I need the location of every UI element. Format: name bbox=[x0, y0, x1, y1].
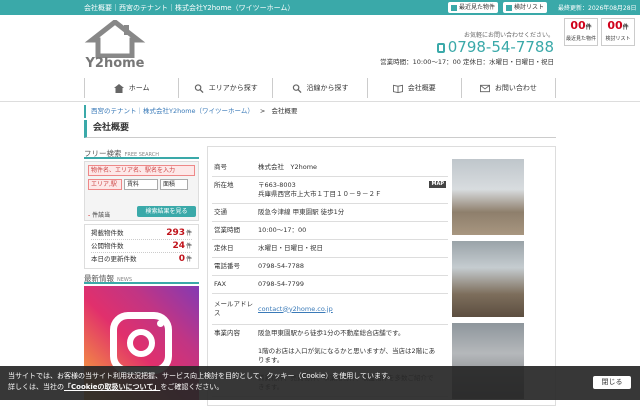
phone-icon bbox=[436, 42, 445, 53]
cookie-policy-link[interactable]: 「Cookieの取扱いについて」 bbox=[64, 383, 160, 391]
table-row: 所在地 MAP 〒663-8003 兵庫県西宮市上大市１丁目１０－９－２Ｆ bbox=[212, 176, 448, 204]
table-row: 営業時間 10:00〜17：00 bbox=[212, 221, 448, 240]
match-count: - 件該当 bbox=[88, 212, 111, 219]
nav-line-search[interactable]: 沿線から探す bbox=[273, 78, 368, 98]
nav-home[interactable]: ホーム bbox=[85, 78, 180, 98]
table-row: 交通 阪急今津線 甲東園駅 徒歩1分 bbox=[212, 203, 448, 222]
top-bar: 会社概要｜西宮のテナント｜株式会社Y2home（ワイツーホーム） 最近見た物件 … bbox=[0, 0, 640, 15]
breadcrumb: 西宮のテナント｜株式会社Y2home（ワイツーホーム） > 会社概要 bbox=[84, 105, 556, 118]
search-icon bbox=[292, 83, 302, 93]
stat-public: 公開物件数 24件 bbox=[91, 241, 192, 253]
sidebar: フリー検索 FREE SEARCH 物件名、エリア名、駅名を入力 エリア,駅 賃料… bbox=[84, 148, 199, 400]
list-icon bbox=[506, 4, 512, 11]
keyword-input[interactable]: 物件名、エリア名、駅名を入力 bbox=[88, 165, 195, 176]
header-contact: お気軽にお問い合わせください。 0798-54-7788 営業時間：10:00〜… bbox=[380, 32, 554, 66]
site-logo[interactable]: Y2home bbox=[84, 18, 146, 74]
page-title: 会社概要 bbox=[84, 120, 556, 138]
recent-items-button[interactable]: 最近見た物件 bbox=[448, 2, 499, 13]
consider-list-button[interactable]: 検討リスト bbox=[503, 2, 548, 13]
size-select[interactable]: 面積 bbox=[160, 179, 188, 190]
cookie-close-button[interactable]: 閉じる bbox=[593, 376, 631, 389]
stat-updated-today: 本日の更新件数 0件 bbox=[91, 254, 192, 264]
free-search-heading: フリー検索 FREE SEARCH bbox=[84, 148, 199, 159]
table-row: FAX 0798-54-7799 bbox=[212, 275, 448, 294]
nav-contact[interactable]: お問い合わせ bbox=[462, 78, 557, 98]
consider-counter[interactable]: 00件 検討リスト bbox=[601, 18, 635, 46]
news-heading: 最新情報 NEWS bbox=[84, 273, 199, 284]
global-nav: ホーム エリアから探す 沿線から探す 会社概要 お問い合わせ bbox=[84, 78, 557, 98]
house-logo-icon bbox=[84, 18, 146, 59]
eye-icon bbox=[451, 4, 457, 11]
home-icon bbox=[113, 83, 124, 93]
office-photo-2 bbox=[452, 241, 524, 317]
table-row: メールアドレス contact@y2home.co.jp bbox=[212, 293, 448, 325]
map-button[interactable]: MAP bbox=[429, 181, 446, 188]
nav-area-search[interactable]: エリアから探す bbox=[179, 78, 274, 98]
nav-company[interactable]: 会社概要 bbox=[368, 78, 462, 98]
phone-number[interactable]: 0798-54-7788 bbox=[380, 39, 554, 56]
recent-counter[interactable]: 00件 最近見た物件 bbox=[564, 18, 598, 46]
table-row: 定休日 水曜日・日曜日・祝日 bbox=[212, 239, 448, 258]
table-row: 電話番号 0798-54-7788 bbox=[212, 257, 448, 276]
rent-select[interactable]: 賃料 bbox=[124, 179, 158, 190]
company-info-table: 商号 株式会社 Y2home 所在地 MAP 〒663-8003 兵庫県西宮市上大市１… bbox=[212, 159, 448, 397]
breadcrumb-home-link[interactable]: 西宮のテナント｜株式会社Y2home（ワイツーホーム） bbox=[91, 107, 254, 115]
book-icon bbox=[392, 84, 403, 93]
area-select[interactable]: エリア,駅 bbox=[88, 179, 122, 190]
office-photo-1 bbox=[452, 159, 524, 235]
mail-icon bbox=[479, 84, 490, 92]
table-row: 商号 株式会社 Y2home bbox=[212, 159, 448, 177]
breadcrumb-current: 会社概要 bbox=[271, 107, 298, 115]
cookie-banner: 当サイトでは、お客様の当サイト利用状況把握、サービス向上検討を目的として、クッキ… bbox=[0, 366, 640, 400]
stats-box: 掲載物件数 293件 公開物件数 24件 本日の更新件数 0件 bbox=[84, 224, 199, 269]
free-search-box: 物件名、エリア名、駅名を入力 エリア,駅 賃料 面積 - 件該当 検索結果を見る bbox=[84, 161, 199, 221]
search-submit-button[interactable]: 検索結果を見る bbox=[137, 206, 196, 217]
email-link[interactable]: contact@y2home.co.jp bbox=[258, 305, 333, 313]
site-title: 会社概要｜西宮のテナント｜株式会社Y2home（ワイツーホーム） bbox=[84, 4, 295, 12]
stat-listed: 掲載物件数 293件 bbox=[91, 228, 192, 240]
search-icon bbox=[194, 83, 204, 93]
last-updated: 最終更新：2026年08月28日 bbox=[558, 5, 637, 12]
